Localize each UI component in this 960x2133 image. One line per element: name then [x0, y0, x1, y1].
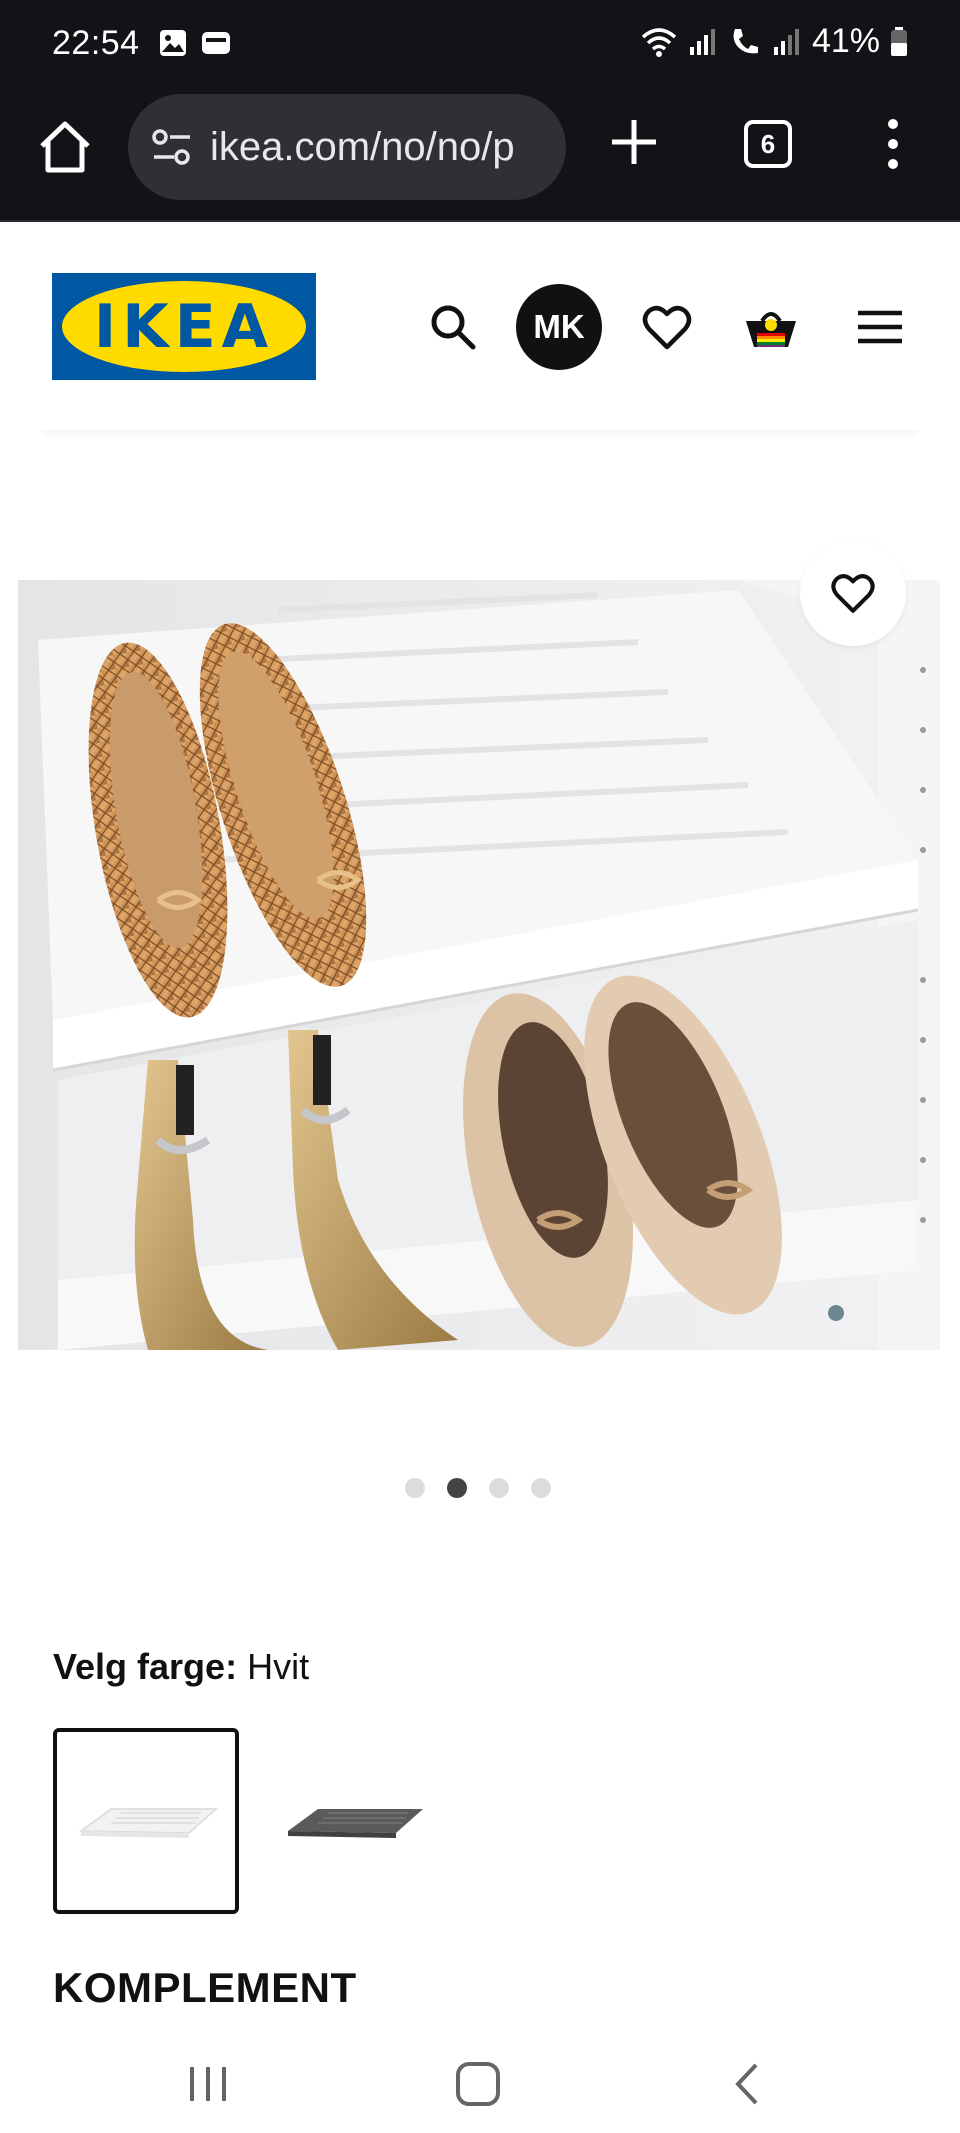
wallet-icon: [202, 32, 230, 54]
new-tab-icon[interactable]: [606, 114, 662, 170]
system-navigation-bar: [0, 2033, 960, 2133]
shelf-thumbnail-white: [78, 1808, 218, 1838]
menu-icon[interactable]: [852, 299, 908, 355]
add-to-favourites-button[interactable]: [800, 540, 906, 646]
product-image[interactable]: [18, 580, 940, 1350]
tab-count: 6: [760, 128, 776, 159]
cart-icon[interactable]: [743, 299, 799, 355]
section-title: KOMPLEMENT: [53, 1964, 357, 2011]
shoe-shelf-illustration: [18, 580, 940, 1350]
overflow-menu-icon[interactable]: [878, 114, 908, 174]
address-bar[interactable]: ikea.com/no/no/p: [128, 94, 566, 200]
search-icon[interactable]: [425, 299, 481, 355]
logo-text: IKEA: [93, 291, 275, 362]
header-divider: [42, 430, 918, 438]
site-settings-icon[interactable]: [150, 125, 194, 169]
battery-icon: [891, 26, 907, 56]
shelf-thumbnail-dark-grey: [288, 1809, 423, 1838]
color-swatch-dark-grey[interactable]: [260, 1728, 446, 1914]
tabs-icon[interactable]: 6: [744, 120, 792, 168]
signal-icon: [773, 28, 799, 55]
battery-level: 41%: [811, 22, 880, 60]
carousel-dot[interactable]: [489, 1478, 509, 1498]
avatar[interactable]: MK: [516, 284, 602, 370]
call-icon: [733, 28, 758, 53]
avatar-initials: MK: [533, 308, 585, 345]
color-selection-label: Velg farge: Hvit: [53, 1646, 309, 1688]
wifi-icon: [641, 27, 677, 57]
gallery-icon: [160, 30, 186, 56]
carousel-dots: [405, 1478, 551, 1498]
back-icon[interactable]: [718, 2057, 778, 2111]
recents-icon[interactable]: [178, 2057, 238, 2111]
color-label-value: Hvit: [247, 1646, 310, 1687]
heart-icon[interactable]: [639, 299, 695, 355]
color-swatch-white[interactable]: [53, 1728, 239, 1914]
home-button-icon[interactable]: [448, 2057, 508, 2111]
status-bar: 22:54 41%: [0, 0, 960, 88]
carousel-dot[interactable]: [531, 1478, 551, 1498]
heart-icon: [831, 574, 875, 613]
ikea-logo[interactable]: IKEA: [52, 273, 316, 380]
color-label-title: Velg farge:: [53, 1646, 238, 1687]
status-time: 22:54: [52, 24, 140, 62]
carousel-dot[interactable]: [405, 1478, 425, 1498]
carousel-dot-active[interactable]: [447, 1478, 467, 1498]
url-text: ikea.com/no/no/p: [210, 124, 515, 169]
home-icon[interactable]: [34, 116, 96, 178]
signal-icon: [689, 28, 715, 55]
browser-toolbar: ikea.com/no/no/p 6: [0, 88, 960, 222]
